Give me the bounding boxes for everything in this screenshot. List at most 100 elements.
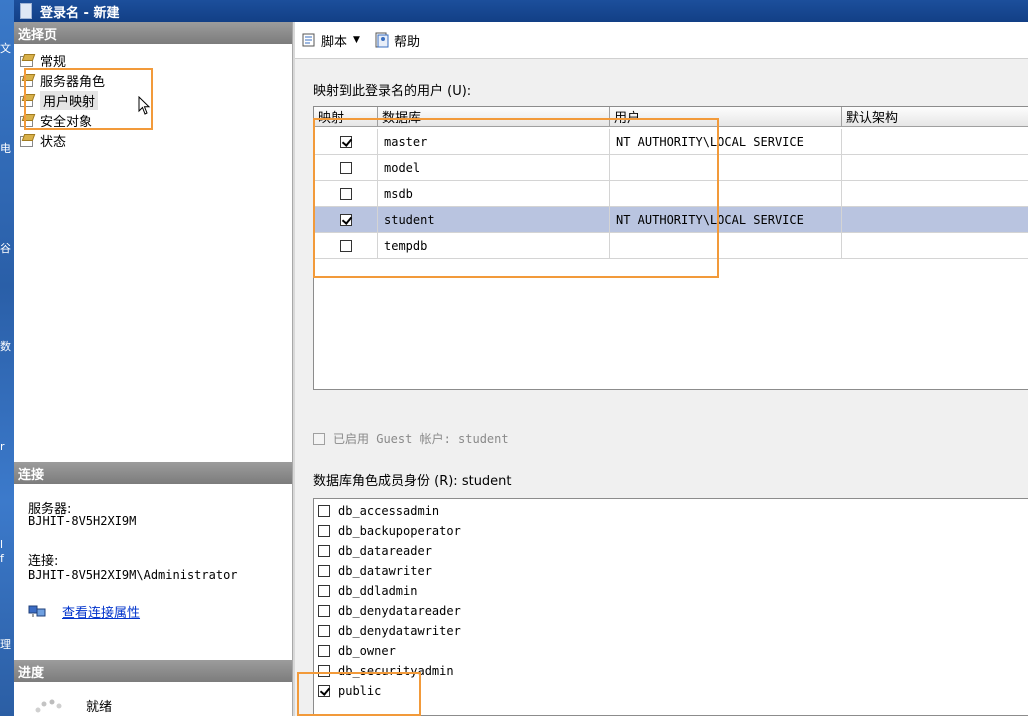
page-label: 服务器角色 <box>40 74 106 90</box>
table-row[interactable]: msdb <box>314 181 1028 207</box>
page-securables[interactable]: 安全对象 <box>20 110 92 130</box>
server-value: BJHIT-8V5H2XI9M <box>28 514 137 528</box>
database-cell: msdb <box>378 181 610 207</box>
page-server-roles[interactable]: 服务器角色 <box>20 70 105 90</box>
dropdown-arrow-icon[interactable]: ▼ <box>353 35 360 45</box>
list-item[interactable]: public <box>318 681 381 701</box>
progress-header: 进度 <box>14 660 292 682</box>
role-label: db_denydatawriter <box>338 624 461 638</box>
table-row-selected[interactable]: student NT AUTHORITY\LOCAL SERVICE <box>314 207 1028 233</box>
database-roles-list[interactable]: db_accessadmin db_backupoperator db_data… <box>313 498 1028 716</box>
list-item[interactable]: db_securityadmin <box>318 661 454 681</box>
progress-status: 就绪 <box>86 700 113 715</box>
table-row[interactable]: master NT AUTHORITY\LOCAL SERVICE <box>314 129 1028 155</box>
list-item[interactable]: db_accessadmin <box>318 501 439 521</box>
role-checkbox[interactable] <box>318 685 330 697</box>
map-checkbox[interactable] <box>340 213 352 226</box>
page-label: 安全对象 <box>40 114 93 130</box>
mouse-cursor-icon <box>138 96 151 115</box>
column-header-mapped[interactable]: 映射 <box>314 107 378 127</box>
page-label: 常规 <box>40 54 67 70</box>
database-cell: tempdb <box>378 233 610 259</box>
mapped-cell[interactable] <box>314 207 378 233</box>
desktop-icon-label: l <box>0 538 4 551</box>
user-cell[interactable]: NT AUTHORITY\LOCAL SERVICE <box>610 129 842 155</box>
column-header-user[interactable]: 用户 <box>610 107 842 127</box>
user-mapping-label: 映射到此登录名的用户 (U): <box>313 84 472 99</box>
desktop-icon-label: f <box>0 552 4 565</box>
table-row[interactable]: tempdb <box>314 233 1028 259</box>
role-label: public <box>338 684 382 698</box>
list-item[interactable]: db_datawriter <box>318 561 432 581</box>
toolbar: 脚本 ▼ 帮助 <box>295 22 1028 59</box>
page-general[interactable]: 常规 <box>20 50 66 70</box>
schema-cell[interactable] <box>842 129 1028 155</box>
user-cell[interactable] <box>610 181 842 207</box>
mapped-cell[interactable] <box>314 181 378 207</box>
role-label: db_ddladmin <box>338 584 418 598</box>
role-checkbox[interactable] <box>318 505 330 517</box>
guest-checkbox <box>313 432 325 445</box>
page-icon <box>20 74 34 87</box>
column-header-default-schema[interactable]: 默认架构 <box>842 107 1028 127</box>
page-icon <box>20 94 34 107</box>
window-title-bar[interactable]: 登录名 - 新建 <box>14 0 1028 22</box>
schema-cell[interactable] <box>842 181 1028 207</box>
map-checkbox[interactable] <box>340 239 352 252</box>
mapped-cell[interactable] <box>314 129 378 155</box>
page-icon <box>20 114 34 127</box>
schema-cell[interactable] <box>842 233 1028 259</box>
page-status[interactable]: 状态 <box>20 130 66 150</box>
role-label: db_backupoperator <box>338 524 461 538</box>
list-item[interactable]: db_denydatawriter <box>318 621 461 641</box>
list-item[interactable]: db_datareader <box>318 541 432 561</box>
desktop-icon-label: 电 <box>0 142 11 155</box>
desktop-icon-label: 理 <box>0 638 11 651</box>
page-label: 用户映射 <box>40 90 99 110</box>
list-item[interactable]: db_backupoperator <box>318 521 461 541</box>
role-checkbox[interactable] <box>318 605 330 617</box>
table-row[interactable]: model <box>314 155 1028 181</box>
guest-label: 已启用 Guest 帐户: student <box>333 432 509 446</box>
role-checkbox[interactable] <box>318 525 330 537</box>
role-checkbox[interactable] <box>318 545 330 557</box>
desktop-icon-label: r <box>0 440 5 453</box>
list-item[interactable]: db_ddladmin <box>318 581 417 601</box>
connection-header: 连接 <box>14 462 292 484</box>
database-cell: student <box>378 207 610 233</box>
role-checkbox[interactable] <box>318 645 330 657</box>
user-mapping-grid[interactable]: 映射 数据库 用户 默认架构 master NT AUTHORITY\LOCAL… <box>313 106 1028 390</box>
schema-cell[interactable] <box>842 207 1028 233</box>
schema-cell[interactable] <box>842 155 1028 181</box>
column-header-database[interactable]: 数据库 <box>378 107 610 127</box>
user-cell[interactable]: NT AUTHORITY\LOCAL SERVICE <box>610 207 842 233</box>
role-checkbox[interactable] <box>318 565 330 577</box>
role-checkbox[interactable] <box>318 665 330 677</box>
list-item[interactable]: db_owner <box>318 641 396 661</box>
role-checkbox[interactable] <box>318 625 330 637</box>
desktop-background-strip: 文 电 谷 数 r l f 理 <box>0 0 14 716</box>
page-label: 状态 <box>40 134 67 150</box>
database-roles-label: 数据库角色成员身份 (R): student <box>313 474 512 489</box>
script-button[interactable]: 脚本 ▼ <box>301 31 360 50</box>
map-checkbox[interactable] <box>340 135 352 148</box>
help-icon <box>375 32 389 48</box>
mapped-cell[interactable] <box>314 155 378 181</box>
map-checkbox[interactable] <box>340 187 352 200</box>
page-user-mapping[interactable]: 用户映射 <box>20 90 99 110</box>
role-label: db_securityadmin <box>338 664 454 678</box>
mapped-cell[interactable] <box>314 233 378 259</box>
role-checkbox[interactable] <box>318 585 330 597</box>
user-cell[interactable] <box>610 155 842 181</box>
role-label: db_datawriter <box>338 564 432 578</box>
database-cell: master <box>378 129 610 155</box>
desktop-icon-label: 文 <box>0 42 11 55</box>
list-item[interactable]: db_denydatareader <box>318 601 461 621</box>
help-button[interactable]: 帮助 <box>374 31 420 50</box>
role-label: db_denydatareader <box>338 604 461 618</box>
view-connection-properties-link[interactable]: 查看连接属性 <box>62 602 140 621</box>
desktop-icon-label: 数 <box>0 340 11 353</box>
select-page-header: 选择页 <box>14 22 292 44</box>
user-cell[interactable] <box>610 233 842 259</box>
map-checkbox[interactable] <box>340 161 352 174</box>
